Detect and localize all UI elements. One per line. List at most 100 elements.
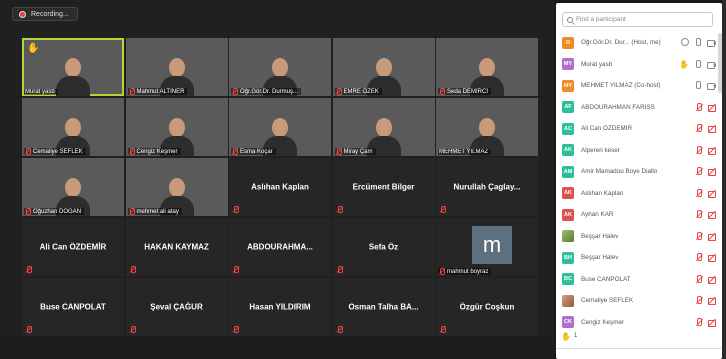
participant-status-icons [694, 81, 716, 90]
participant-row[interactable]: Cemaliye SEFLEK [556, 290, 722, 312]
muted-mic-icon [129, 208, 135, 215]
participant-name: Murat yasb [25, 89, 55, 95]
participant-name: Ayhan KAR [581, 211, 614, 219]
participant-status-icons [695, 253, 716, 262]
participant-row[interactable]: AK Ayhan KAR [556, 204, 722, 226]
camera-off-icon [708, 210, 716, 219]
participant-name-label: mahmut boyraz [438, 268, 492, 275]
window-edge [722, 0, 726, 359]
participant-tile[interactable]: Seda DEMİRCİ [436, 38, 538, 96]
participant-row[interactable]: AC Ali Can ÖZDEMİR [556, 118, 722, 140]
raised-hands-count: ✋ 1 [556, 330, 722, 342]
microphone-icon [694, 81, 702, 89]
participant-tile[interactable]: ABDOURAHMA... [229, 218, 331, 276]
participant-search[interactable]: Find a participant [562, 12, 713, 27]
participant-name: ABDOURAHMAN FARISS [581, 103, 655, 111]
participant-tile[interactable]: Mahmut ALTINER [125, 38, 228, 96]
participant-name-label: Miray Çam [334, 148, 376, 155]
avatar: AK [562, 144, 574, 157]
camera-off-icon [708, 124, 716, 133]
muted-mic-icon [695, 145, 703, 154]
participant-tile[interactable]: Miray Çam [332, 98, 435, 156]
participant-tile[interactable]: Esma Koçar [229, 98, 331, 156]
participant-tile[interactable]: ✋ Murat yasb [22, 38, 124, 96]
participant-tile[interactable]: Sefa Öz [332, 218, 435, 276]
participant-tile[interactable]: Buse CANPOLAT [22, 278, 124, 336]
search-placeholder: Find a participant [576, 16, 626, 23]
participant-tile[interactable]: Nurullah Çaglay... [436, 158, 538, 216]
recording-label: Recording... [31, 10, 69, 18]
camera-off-icon [708, 296, 716, 305]
participant-name: Seda DEMİRCİ [447, 88, 489, 95]
participant-name-label: Murat yasb [24, 89, 58, 95]
participant-name-label: MEHMET YILMAZ [438, 149, 492, 155]
participant-name: Cengiz Keşmer [581, 318, 625, 326]
participant-name: Ali Can ÖZDEMİR [581, 125, 633, 133]
avatar [562, 230, 574, 243]
participants-panel: Find a participant O Öğr.Gör.Dr. Dur... (… [556, 3, 722, 359]
participant-tile[interactable]: MEHMET YILMAZ [436, 98, 538, 156]
participant-name-label: Cengiz Keşmer [127, 148, 181, 155]
raised-hand-icon: ✋ [561, 331, 571, 341]
participant-name-label: Öğr.Gör.Dr. Durmuş... [231, 88, 302, 95]
participant-tile[interactable]: Cemaliye SEFLEK [22, 98, 124, 156]
participant-row[interactable]: O Öğr.Gör.Dr. Dur... (Host, me) [556, 32, 722, 54]
participant-name: mehmet ali atay [136, 208, 179, 215]
participant-tile[interactable]: EMRE ÖZEK [332, 38, 435, 96]
participant-name: Hasan YILDIRIM [249, 302, 311, 312]
share-icon [681, 38, 689, 46]
participant-row[interactable]: AM Amir Mamadou Boye Diallo [556, 161, 722, 183]
camera-off-icon [708, 318, 716, 327]
participant-tile[interactable]: Osman Talha BA... [332, 278, 435, 336]
participant-name: ABDOURAHMA... [247, 242, 313, 252]
participant-name: Sefa Öz [368, 242, 399, 252]
participant-tile[interactable]: Hasan YILDIRIM [229, 278, 331, 336]
participant-name: Amir Mamadou Boye Diallo [581, 168, 658, 176]
participant-name: Öğr.Gör.Dr. Dur... (Host, me) [581, 39, 661, 47]
participant-tile[interactable]: HAKAN KAYMAZ [125, 218, 228, 276]
participant-name: MEHMET YILMAZ (Co-host) [581, 82, 661, 90]
participant-row[interactable]: MY MEHMET YILMAZ (Co-host) [556, 75, 722, 97]
participant-name-label: EMRE ÖZEK [334, 88, 382, 95]
participant-tile[interactable]: Ali Can ÖZDEMİR [22, 218, 124, 276]
muted-mic-icon [232, 148, 238, 155]
participant-tile[interactable]: Ercüment Bilger [332, 158, 435, 216]
muted-mic-icon [337, 326, 343, 333]
participant-row[interactable]: Beşşar Halev [556, 226, 722, 248]
muted-mic-icon [695, 231, 703, 240]
participant-tile[interactable]: Cengiz Keşmer [125, 98, 228, 156]
participant-tile[interactable]: mehmet ali atay [125, 158, 228, 216]
microphone-icon [694, 60, 702, 68]
participant-name-label: Cemaliye SEFLEK [24, 148, 86, 155]
recording-indicator[interactable]: Recording... [12, 7, 78, 21]
participant-row[interactable]: BC Buse CANPOLAT [556, 269, 722, 291]
participant-row[interactable]: MY Murat yasb ✋ [556, 54, 722, 76]
participant-row[interactable]: BH Beşşar Halev [556, 247, 722, 269]
participant-row[interactable]: AF ABDOURAHMAN FARISS [556, 97, 722, 119]
muted-mic-icon [336, 88, 342, 95]
muted-mic-icon [26, 266, 32, 273]
participant-tile[interactable]: Öğr.Gör.Dr. Durmuş... [229, 38, 331, 96]
avatar: O [562, 36, 574, 49]
avatar: MY [562, 79, 574, 92]
participant-status-icons [695, 145, 716, 155]
participant-name: Cengiz Keşmer [136, 148, 178, 155]
avatar: MY [562, 58, 574, 71]
participant-tile[interactable]: Oğuzhan DOĞAN [22, 158, 124, 216]
muted-mic-icon [695, 274, 703, 283]
participant-name: Cemaliye SEFLEK [581, 297, 634, 305]
camera-icon [707, 81, 716, 90]
participant-status-icons [695, 274, 716, 284]
participant-tile[interactable]: m mahmut boyraz [436, 218, 538, 276]
participant-tile[interactable]: Şeval ÇAĞUR [125, 278, 228, 336]
participant-row[interactable]: AK Aslıhan Kaplan [556, 183, 722, 205]
camera-off-icon [708, 189, 716, 198]
muted-mic-icon [695, 253, 703, 261]
participant-video [56, 54, 90, 96]
gallery-view: Recording... ✋ Murat yasb Mahmut ALTINER Öğ… [0, 0, 554, 359]
muted-mic-icon [695, 188, 703, 197]
camera-off-icon [708, 146, 716, 155]
participant-tile[interactable]: Özgür Coşkun [436, 278, 538, 336]
participant-tile[interactable]: Aslıhan Kaplan [229, 158, 331, 216]
participant-row[interactable]: AK Alperen keser [556, 140, 722, 162]
